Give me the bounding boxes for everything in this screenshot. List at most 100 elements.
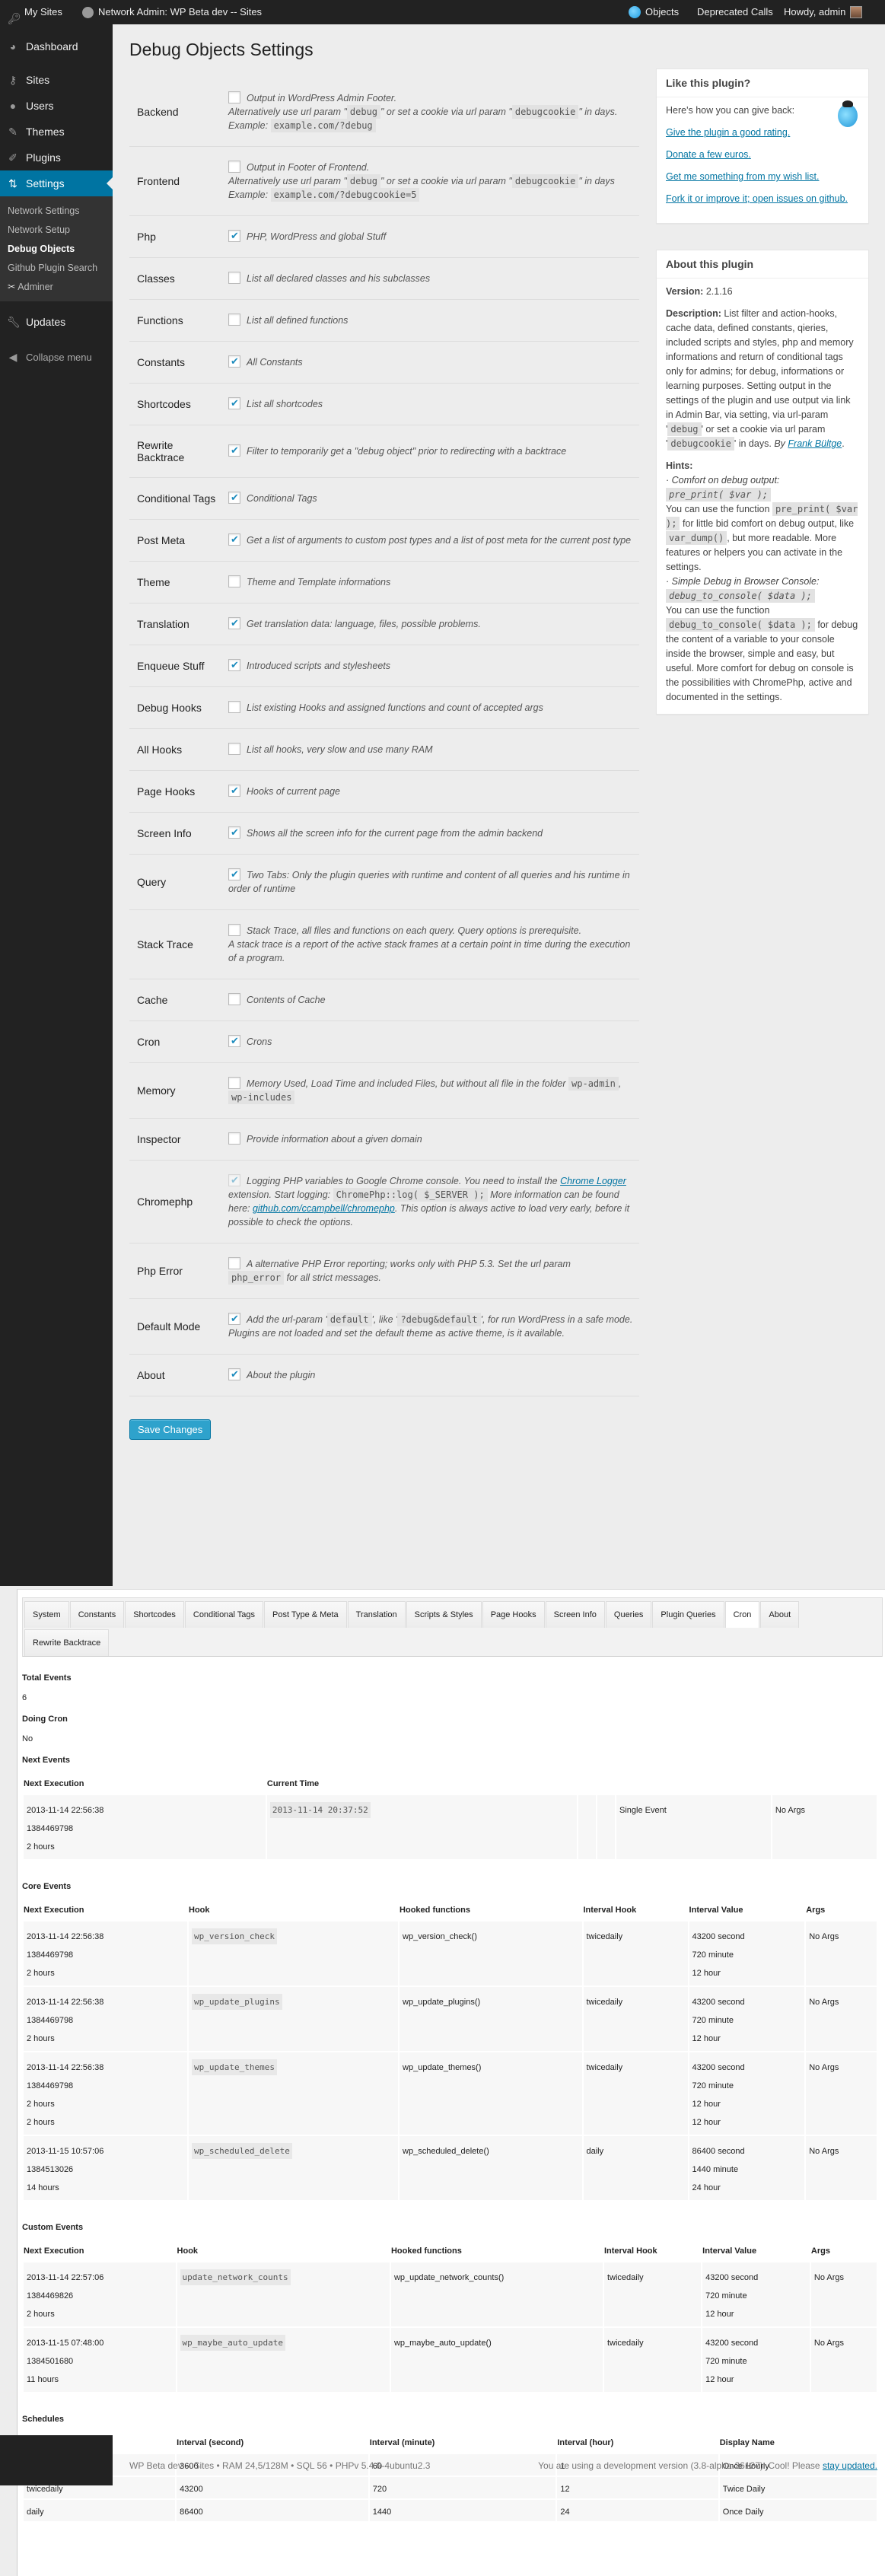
- sidebar-item-label: Plugins: [26, 151, 61, 164]
- submenu-network-settings[interactable]: Network Settings: [0, 202, 113, 221]
- setting-checkbox[interactable]: [228, 355, 240, 368]
- my-sites-label: My Sites: [24, 6, 62, 18]
- setting-field: Theme and Template informations: [228, 562, 639, 603]
- sidebar-item-updates[interactable]: 🔧︎ Updates: [0, 309, 113, 335]
- setting-checkbox[interactable]: [228, 396, 240, 410]
- interval-hook-cell-value: twicedaily: [606, 2273, 644, 2282]
- setting-checkbox[interactable]: [228, 1077, 240, 1089]
- setting-checkbox[interactable]: [228, 868, 240, 881]
- sidebar-item-plugins[interactable]: ✐ Plugins: [0, 145, 113, 170]
- my-sites-menu[interactable]: 🔑︎ My Sites: [8, 0, 62, 24]
- setting-checkbox[interactable]: [228, 616, 240, 630]
- admin-bar: 🔑︎ My Sites Network Admin: WP Beta dev -…: [0, 0, 885, 24]
- submenu-network-setup[interactable]: Network Setup: [0, 221, 113, 240]
- setting-checkbox[interactable]: [228, 533, 240, 546]
- github-link[interactable]: Fork it or improve it; open issues on gi…: [666, 193, 848, 204]
- setting-checkbox[interactable]: [228, 658, 240, 672]
- setting-checkbox[interactable]: [228, 272, 240, 284]
- args-cell-value: No Args: [809, 1932, 839, 1941]
- setting-description: " in days.: [578, 107, 618, 117]
- tab-page-hooks[interactable]: Page Hooks: [482, 1601, 545, 1628]
- wrench-icon: 🔧︎: [7, 316, 21, 328]
- column-header: Next Execution: [24, 2246, 84, 2256]
- setting-checkbox[interactable]: [228, 743, 240, 755]
- setting-checkbox[interactable]: [228, 229, 240, 243]
- rate-plugin-link[interactable]: Give the plugin a good rating.: [666, 127, 790, 138]
- code-snippet: debug: [346, 105, 381, 119]
- sidebar-item-settings[interactable]: ⇅ Settings: [0, 170, 113, 196]
- author-link[interactable]: Frank Bültge: [788, 438, 842, 449]
- tab-queries[interactable]: Queries: [605, 1601, 652, 1628]
- stay-updated-link[interactable]: stay updated.: [823, 2460, 877, 2471]
- tab-post-type-meta[interactable]: Post Type & Meta: [264, 1601, 347, 1628]
- sidebar-bottom: [0, 2435, 113, 2485]
- wishlist-link[interactable]: Get me something from my wish list.: [666, 171, 819, 182]
- table-row: 2013-11-14 22:56:38 1384469798 2 hours 2 ho…: [24, 2052, 877, 2135]
- tab-rewrite-backtrace[interactable]: Rewrite Backtrace: [24, 1629, 110, 1656]
- version-value: 2.1.16: [705, 286, 733, 297]
- setting-row: Enqueue Stuff Introduced scripts and styl…: [129, 645, 639, 687]
- setting-checkbox[interactable]: [228, 314, 240, 326]
- column-header: Hook: [177, 2246, 199, 2256]
- setting-checkbox[interactable]: [228, 444, 240, 457]
- tab-scripts-styles[interactable]: Scripts & Styles: [406, 1601, 482, 1628]
- chromephp-github-link[interactable]: github.com/ccampbell/chromephp: [253, 1203, 395, 1214]
- setting-checkbox[interactable]: [228, 784, 240, 798]
- key-icon: ⚷: [8, 74, 18, 86]
- interval-value-cell-value: 12 hour: [692, 2034, 721, 2043]
- account-menu[interactable]: Howdy, admin: [784, 0, 863, 24]
- sidebar-item-users[interactable]: ● Users: [0, 93, 113, 119]
- setting-checkbox[interactable]: [228, 161, 240, 173]
- setting-checkbox[interactable]: [228, 1368, 240, 1381]
- setting-checkbox[interactable]: [228, 993, 240, 1005]
- tab-constants[interactable]: Constants: [69, 1601, 125, 1628]
- save-changes-button[interactable]: Save Changes: [129, 1419, 212, 1440]
- setting-description: " or set a cookie via url param ": [380, 107, 512, 117]
- objects-menu[interactable]: Objects: [629, 0, 679, 24]
- tab-cron[interactable]: Cron: [724, 1601, 760, 1628]
- setting-field: Hooks of current page: [228, 771, 639, 813]
- setting-checkbox[interactable]: [228, 701, 240, 713]
- setting-checkbox[interactable]: [228, 1034, 240, 1048]
- setting-checkbox[interactable]: [228, 1257, 240, 1269]
- submenu-github-plugin-search[interactable]: Github Plugin Search: [0, 259, 113, 278]
- setting-checkbox[interactable]: [228, 491, 240, 505]
- submenu-adminer[interactable]: ✂ Adminer: [0, 278, 113, 297]
- deprecated-calls-menu[interactable]: Deprecated Calls: [697, 0, 773, 24]
- sidebar-item-themes[interactable]: ✎ Themes: [0, 119, 113, 145]
- interval-value-cell: 86400 second 1440 minute 24 hour: [689, 2136, 805, 2200]
- submenu-debug-objects[interactable]: Debug Objects: [0, 240, 113, 259]
- setting-checkbox[interactable]: [228, 1132, 240, 1145]
- tab-screen-info[interactable]: Screen Info: [545, 1601, 605, 1628]
- collapse-menu-button[interactable]: ◀ Collapse menu: [0, 344, 113, 370]
- setting-checkbox[interactable]: [228, 1312, 240, 1326]
- setting-checkbox[interactable]: [228, 826, 240, 839]
- setting-checkbox[interactable]: [228, 575, 240, 587]
- column-header: Args: [810, 2246, 830, 2256]
- custom-events-title: Custom Events: [22, 2223, 84, 2232]
- setting-checkbox[interactable]: [228, 924, 240, 936]
- tab-about[interactable]: About: [760, 1601, 800, 1628]
- setting-label: Rewrite Backtrace: [137, 439, 185, 463]
- tab-translation[interactable]: Translation: [347, 1601, 406, 1628]
- sidebar-item-sites[interactable]: ⚷ Sites: [0, 67, 113, 93]
- chrome-logger-link[interactable]: Chrome Logger: [560, 1176, 626, 1186]
- setting-description: ,: [618, 1078, 622, 1089]
- next-execution-cell-value: 1384501680: [27, 2357, 74, 2366]
- setting-checkbox: [228, 1173, 240, 1187]
- setting-label: Inspector: [137, 1133, 181, 1145]
- donate-link[interactable]: Donate a few euros.: [666, 149, 751, 160]
- network-admin-label: Network Admin: WP Beta dev -- Sites: [98, 6, 263, 18]
- doing-cron-value: No: [22, 1734, 33, 1743]
- setting-checkbox[interactable]: [228, 91, 240, 103]
- setting-label: Screen Info: [137, 827, 192, 839]
- tab-shortcodes[interactable]: Shortcodes: [125, 1601, 184, 1628]
- tab-plugin-queries[interactable]: Plugin Queries: [652, 1601, 724, 1628]
- sidebar-item-dashboard[interactable]: ◕ Dashboard: [0, 33, 113, 59]
- setting-label: Cron: [137, 1036, 161, 1048]
- setting-label: Functions: [137, 314, 183, 326]
- next-execution-cell-value: 2 hours: [27, 2310, 55, 2319]
- tab-system[interactable]: System: [24, 1601, 69, 1628]
- network-admin-menu[interactable]: Network Admin: WP Beta dev -- Sites: [82, 0, 262, 24]
- tab-conditional-tags[interactable]: Conditional Tags: [184, 1601, 264, 1628]
